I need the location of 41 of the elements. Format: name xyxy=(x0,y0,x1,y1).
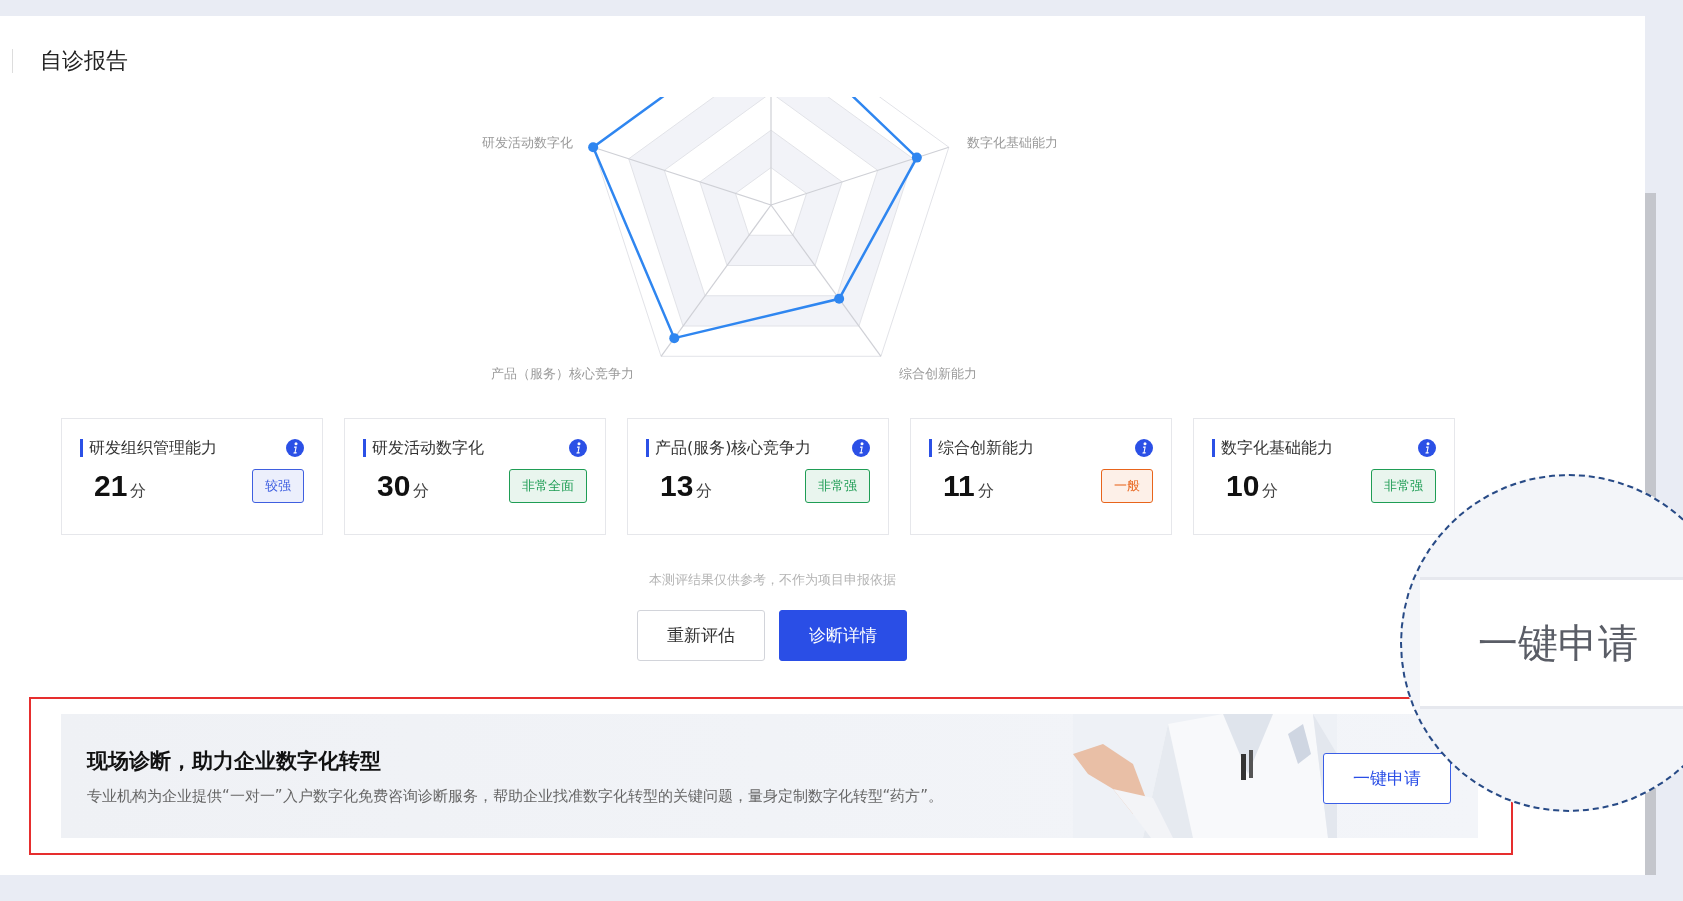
rating-tag: 非常强 xyxy=(805,469,870,503)
axis-label: 综合创新能力 xyxy=(898,366,977,381)
disclaimer-text: 本测评结果仅供参考，不作为项目申报依据 xyxy=(648,571,897,589)
details-button[interactable]: 诊断详情 xyxy=(779,610,907,661)
rating-tag: 非常强 xyxy=(1371,469,1436,503)
rating-tag: 较强 xyxy=(252,469,304,503)
score-unit: 分 xyxy=(130,481,147,502)
score-value: 10 xyxy=(1226,469,1260,503)
score-value: 13 xyxy=(660,469,694,503)
axis-label: 研发活动数字化 xyxy=(481,135,573,150)
score-unit: 分 xyxy=(413,481,430,502)
info-icon[interactable] xyxy=(852,439,870,457)
banner-description: 专业机构为企业提供“一对一”入户数字化免费咨询诊断服务，帮助企业找准数字化转型的关键问题，量身定制数字化转型“药方”。 xyxy=(87,786,944,806)
rating-tag: 非常全面 xyxy=(509,469,587,503)
data-point xyxy=(587,142,598,153)
card-title: 数字化基础能力 xyxy=(1212,439,1333,457)
score-value: 21 xyxy=(94,469,128,503)
data-point xyxy=(668,333,679,344)
card-title: 研发活动数字化 xyxy=(363,439,484,457)
score-unit: 分 xyxy=(977,481,994,502)
banner-title: 现场诊断，助力企业数字化转型 xyxy=(87,747,382,775)
card-title: 综合创新能力 xyxy=(929,439,1034,457)
info-icon[interactable] xyxy=(569,439,587,457)
data-point xyxy=(911,152,922,163)
score-unit: 分 xyxy=(696,481,713,502)
rating-tag: 一般 xyxy=(1101,469,1153,503)
axis-label: 数字化基础能力 xyxy=(966,135,1058,150)
axis-label: 产品（服务）核心竞争力 xyxy=(490,366,633,381)
card-title: 产品(服务)核心竞争力 xyxy=(646,439,812,457)
score-unit: 分 xyxy=(1262,481,1279,502)
data-point xyxy=(833,293,844,304)
score-value: 11 xyxy=(943,469,975,503)
info-icon[interactable] xyxy=(1135,439,1153,457)
apply-button[interactable]: 一键申请 xyxy=(1323,752,1451,804)
score-value: 30 xyxy=(377,469,411,503)
info-icon[interactable] xyxy=(286,439,304,457)
magnified-text: 一键申请 xyxy=(1478,618,1638,668)
reassess-button[interactable]: 重新评估 xyxy=(637,610,765,661)
info-icon[interactable] xyxy=(1418,439,1436,457)
section-title: 自诊报告 xyxy=(40,47,128,75)
card-title: 研发组织管理能力 xyxy=(80,439,217,457)
